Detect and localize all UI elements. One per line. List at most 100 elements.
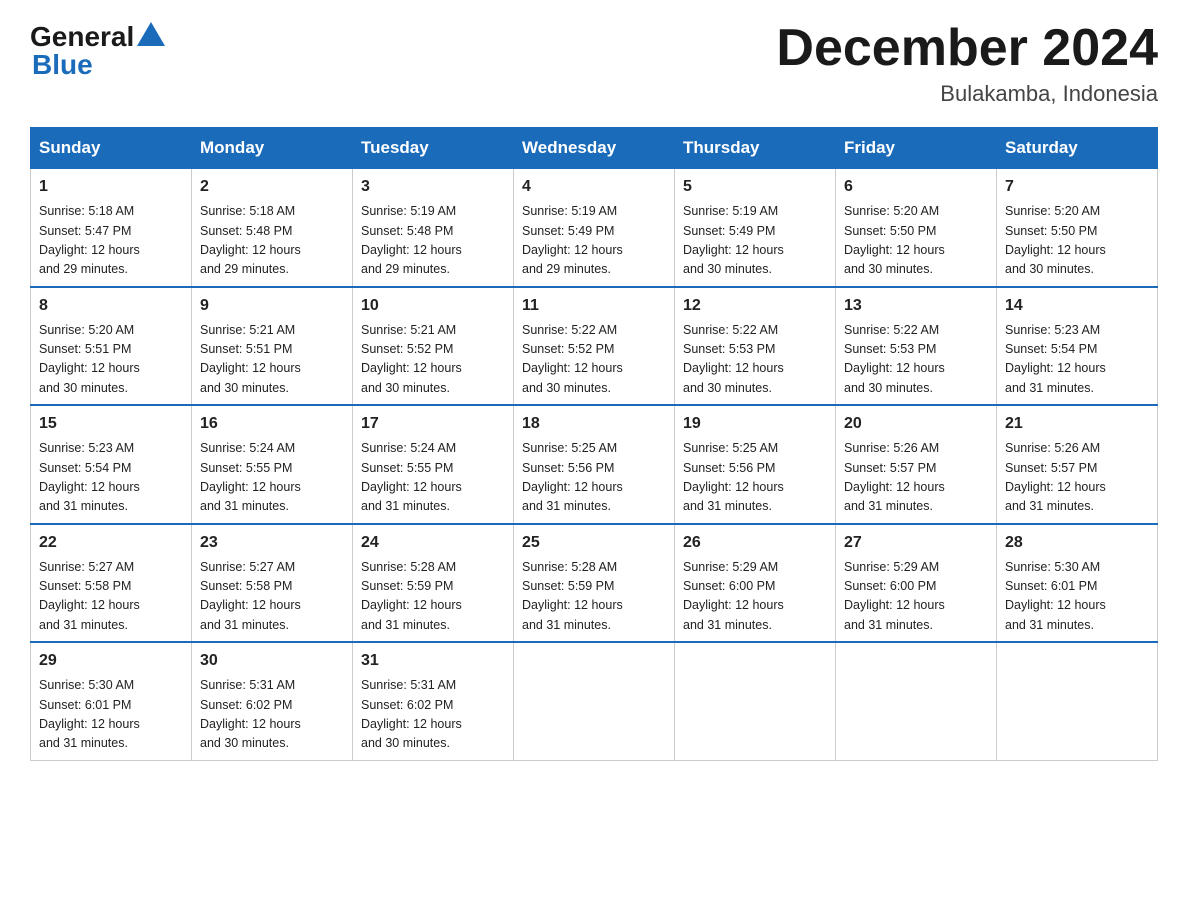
day-info: Sunrise: 5:19 AMSunset: 5:48 PMDaylight:… xyxy=(361,202,505,280)
day-info: Sunrise: 5:19 AMSunset: 5:49 PMDaylight:… xyxy=(522,202,666,280)
day-number: 14 xyxy=(1005,294,1149,318)
table-row: 14 Sunrise: 5:23 AMSunset: 5:54 PMDayligh… xyxy=(997,287,1158,406)
table-row xyxy=(514,642,675,760)
day-number: 17 xyxy=(361,412,505,436)
col-sunday: Sunday xyxy=(31,128,192,169)
day-info: Sunrise: 5:29 AMSunset: 6:00 PMDaylight:… xyxy=(683,558,827,636)
day-number: 8 xyxy=(39,294,183,318)
day-number: 25 xyxy=(522,531,666,555)
table-row: 10 Sunrise: 5:21 AMSunset: 5:52 PMDayligh… xyxy=(353,287,514,406)
table-row: 21Sunrise: 5:26 AMSunset: 5:57 PMDayligh… xyxy=(997,405,1158,524)
day-number: 3 xyxy=(361,175,505,199)
day-info: Sunrise: 5:27 AMSunset: 5:58 PMDaylight:… xyxy=(200,558,344,636)
calendar-week-row: 1 Sunrise: 5:18 AMSunset: 5:47 PMDaylight… xyxy=(31,169,1158,287)
day-number: 23 xyxy=(200,531,344,555)
logo: General Blue xyxy=(30,20,165,81)
day-number: 15 xyxy=(39,412,183,436)
table-row: 28Sunrise: 5:30 AMSunset: 6:01 PMDayligh… xyxy=(997,524,1158,643)
day-info: Sunrise: 5:23 AMSunset: 5:54 PMDaylight:… xyxy=(1005,321,1149,399)
table-row: 16 Sunrise: 5:24 AMSunset: 5:55 PMDayligh… xyxy=(192,405,353,524)
day-number: 12 xyxy=(683,294,827,318)
table-row: 18Sunrise: 5:25 AMSunset: 5:56 PMDayligh… xyxy=(514,405,675,524)
day-info: Sunrise: 5:20 AMSunset: 5:51 PMDaylight:… xyxy=(39,321,183,399)
logo-general-text: General xyxy=(30,21,134,53)
day-number: 29 xyxy=(39,649,183,673)
day-number: 2 xyxy=(200,175,344,199)
day-number: 7 xyxy=(1005,175,1149,199)
day-number: 6 xyxy=(844,175,988,199)
day-info: Sunrise: 5:28 AMSunset: 5:59 PMDaylight:… xyxy=(361,558,505,636)
day-number: 5 xyxy=(683,175,827,199)
calendar-week-row: 22 Sunrise: 5:27 AMSunset: 5:58 PMDayligh… xyxy=(31,524,1158,643)
calendar-table: Sunday Monday Tuesday Wednesday Thursday… xyxy=(30,127,1158,761)
day-info: Sunrise: 5:25 AMSunset: 5:56 PMDaylight:… xyxy=(683,439,827,517)
col-tuesday: Tuesday xyxy=(353,128,514,169)
table-row: 11 Sunrise: 5:22 AMSunset: 5:52 PMDayligh… xyxy=(514,287,675,406)
col-saturday: Saturday xyxy=(997,128,1158,169)
table-row: 29Sunrise: 5:30 AMSunset: 6:01 PMDayligh… xyxy=(31,642,192,760)
table-row xyxy=(997,642,1158,760)
day-info: Sunrise: 5:23 AMSunset: 5:54 PMDaylight:… xyxy=(39,439,183,517)
table-row xyxy=(836,642,997,760)
day-info: Sunrise: 5:31 AMSunset: 6:02 PMDaylight:… xyxy=(361,676,505,754)
day-info: Sunrise: 5:22 AMSunset: 5:52 PMDaylight:… xyxy=(522,321,666,399)
table-row xyxy=(675,642,836,760)
logo-blue-text: Blue xyxy=(30,49,93,81)
table-row: 24 Sunrise: 5:28 AMSunset: 5:59 PMDayligh… xyxy=(353,524,514,643)
day-number: 10 xyxy=(361,294,505,318)
day-number: 22 xyxy=(39,531,183,555)
col-thursday: Thursday xyxy=(675,128,836,169)
day-number: 13 xyxy=(844,294,988,318)
day-info: Sunrise: 5:24 AMSunset: 5:55 PMDaylight:… xyxy=(361,439,505,517)
day-info: Sunrise: 5:18 AMSunset: 5:48 PMDaylight:… xyxy=(200,202,344,280)
table-row: 19 Sunrise: 5:25 AMSunset: 5:56 PMDayligh… xyxy=(675,405,836,524)
day-number: 4 xyxy=(522,175,666,199)
day-number: 18 xyxy=(522,412,666,436)
day-number: 30 xyxy=(200,649,344,673)
table-row: 2 Sunrise: 5:18 AMSunset: 5:48 PMDaylight… xyxy=(192,169,353,287)
day-number: 31 xyxy=(361,649,505,673)
location-subtitle: Bulakamba, Indonesia xyxy=(776,81,1158,107)
day-number: 19 xyxy=(683,412,827,436)
day-number: 21 xyxy=(1005,412,1149,436)
table-row: 17 Sunrise: 5:24 AMSunset: 5:55 PMDayligh… xyxy=(353,405,514,524)
table-row: 15 Sunrise: 5:23 AMSunset: 5:54 PMDayligh… xyxy=(31,405,192,524)
day-info: Sunrise: 5:26 AMSunset: 5:57 PMDaylight:… xyxy=(844,439,988,517)
day-info: Sunrise: 5:20 AMSunset: 5:50 PMDaylight:… xyxy=(1005,202,1149,280)
calendar-week-row: 8 Sunrise: 5:20 AMSunset: 5:51 PMDaylight… xyxy=(31,287,1158,406)
day-number: 16 xyxy=(200,412,344,436)
day-number: 9 xyxy=(200,294,344,318)
day-number: 28 xyxy=(1005,531,1149,555)
day-number: 27 xyxy=(844,531,988,555)
table-row: 20Sunrise: 5:26 AMSunset: 5:57 PMDayligh… xyxy=(836,405,997,524)
day-info: Sunrise: 5:22 AMSunset: 5:53 PMDaylight:… xyxy=(844,321,988,399)
day-number: 26 xyxy=(683,531,827,555)
day-number: 1 xyxy=(39,175,183,199)
month-year-title: December 2024 xyxy=(776,20,1158,77)
table-row: 3 Sunrise: 5:19 AMSunset: 5:48 PMDaylight… xyxy=(353,169,514,287)
day-info: Sunrise: 5:24 AMSunset: 5:55 PMDaylight:… xyxy=(200,439,344,517)
day-info: Sunrise: 5:29 AMSunset: 6:00 PMDaylight:… xyxy=(844,558,988,636)
day-info: Sunrise: 5:21 AMSunset: 5:51 PMDaylight:… xyxy=(200,321,344,399)
logo-icon xyxy=(137,20,165,48)
table-row: 26 Sunrise: 5:29 AMSunset: 6:00 PMDayligh… xyxy=(675,524,836,643)
table-row: 8 Sunrise: 5:20 AMSunset: 5:51 PMDaylight… xyxy=(31,287,192,406)
col-wednesday: Wednesday xyxy=(514,128,675,169)
day-info: Sunrise: 5:21 AMSunset: 5:52 PMDaylight:… xyxy=(361,321,505,399)
day-info: Sunrise: 5:18 AMSunset: 5:47 PMDaylight:… xyxy=(39,202,183,280)
table-row: 5 Sunrise: 5:19 AMSunset: 5:49 PMDaylight… xyxy=(675,169,836,287)
day-number: 11 xyxy=(522,294,666,318)
title-section: December 2024 Bulakamba, Indonesia xyxy=(776,20,1158,107)
table-row: 6 Sunrise: 5:20 AMSunset: 5:50 PMDaylight… xyxy=(836,169,997,287)
day-number: 24 xyxy=(361,531,505,555)
calendar-week-row: 15 Sunrise: 5:23 AMSunset: 5:54 PMDayligh… xyxy=(31,405,1158,524)
day-info: Sunrise: 5:31 AMSunset: 6:02 PMDaylight:… xyxy=(200,676,344,754)
table-row: 13 Sunrise: 5:22 AMSunset: 5:53 PMDayligh… xyxy=(836,287,997,406)
calendar-week-row: 29Sunrise: 5:30 AMSunset: 6:01 PMDayligh… xyxy=(31,642,1158,760)
day-info: Sunrise: 5:20 AMSunset: 5:50 PMDaylight:… xyxy=(844,202,988,280)
table-row: 25Sunrise: 5:28 AMSunset: 5:59 PMDayligh… xyxy=(514,524,675,643)
page-header: General Blue December 2024 Bulakamba, In… xyxy=(30,20,1158,107)
day-info: Sunrise: 5:19 AMSunset: 5:49 PMDaylight:… xyxy=(683,202,827,280)
day-info: Sunrise: 5:27 AMSunset: 5:58 PMDaylight:… xyxy=(39,558,183,636)
table-row: 27 Sunrise: 5:29 AMSunset: 6:00 PMDayligh… xyxy=(836,524,997,643)
